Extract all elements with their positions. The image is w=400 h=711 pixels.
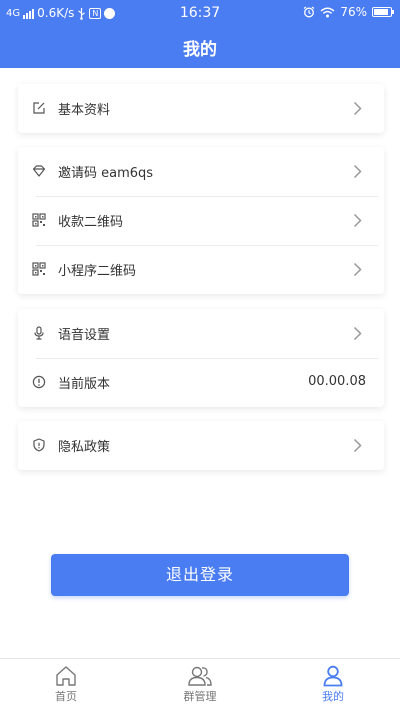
tab-home[interactable]: 首页 <box>26 665 106 704</box>
qrcode-icon <box>32 262 46 276</box>
user-icon <box>323 665 343 687</box>
edit-icon <box>33 102 45 114</box>
status-right: 76% <box>303 5 394 19</box>
group-icon <box>188 666 212 686</box>
menu-item-label: 基本资料 <box>58 103 111 118</box>
menu-item-profile[interactable]: 基本资料 <box>18 84 384 133</box>
chevron-right-icon <box>353 213 362 228</box>
menu-item-label: 隐私政策 <box>58 440 111 455</box>
microphone-icon <box>34 326 44 340</box>
menu-item-payment-qrcode[interactable]: 收款二维码 <box>18 196 384 245</box>
qrcode-icon <box>32 213 46 227</box>
menu-item-privacy-policy[interactable]: 隐私政策 <box>18 421 384 470</box>
codes-card: 邀请码 eam6qs 收款二维码 小程序二维码 <box>18 147 384 294</box>
bottom-tab-bar: 首页 群管理 我的 <box>0 658 400 711</box>
alarm-icon <box>303 6 315 18</box>
status-bar: 4G 0.6K/s N 16:37 76% <box>0 0 400 28</box>
menu-item-label: 语音设置 <box>58 328 111 343</box>
chevron-right-icon <box>353 326 362 341</box>
profile-card: 基本资料 <box>18 84 384 133</box>
info-icon <box>32 375 46 389</box>
home-icon <box>56 666 76 686</box>
logout-button[interactable]: 退出登录 <box>51 554 349 596</box>
wifi-icon <box>320 7 335 17</box>
privacy-card: 隐私政策 <box>18 421 384 470</box>
tab-label: 群管理 <box>183 690 217 703</box>
menu-item-version: 当前版本 00.00.08 <box>18 358 384 407</box>
menu-item-invite-code[interactable]: 邀请码 eam6qs <box>18 147 384 196</box>
shield-icon <box>33 438 45 452</box>
chevron-right-icon <box>353 101 362 116</box>
chevron-right-icon <box>353 262 362 277</box>
tab-label: 我的 <box>322 690 344 703</box>
menu-item-voice-settings[interactable]: 语音设置 <box>18 309 384 358</box>
battery-percent: 76% <box>340 5 367 19</box>
menu-item-label: 邀请码 eam6qs <box>58 166 154 181</box>
menu-item-label: 当前版本 <box>58 377 111 392</box>
version-value: 00.00.08 <box>308 374 366 389</box>
menu-item-miniprogram-qrcode[interactable]: 小程序二维码 <box>18 245 384 294</box>
page-title: 我的 <box>183 40 217 60</box>
menu-item-label: 收款二维码 <box>58 215 124 230</box>
menu-item-label: 小程序二维码 <box>58 264 137 279</box>
chevron-right-icon <box>353 438 362 453</box>
battery-icon <box>372 7 394 17</box>
tab-group-management[interactable]: 群管理 <box>160 665 240 704</box>
tab-label: 首页 <box>55 690 77 703</box>
chevron-right-icon <box>353 164 362 179</box>
app-header: 4G 0.6K/s N 16:37 76% 我的 <box>0 0 400 68</box>
settings-card: 语音设置 当前版本 00.00.08 <box>18 309 384 407</box>
tab-mine[interactable]: 我的 <box>293 665 373 704</box>
diamond-icon <box>32 165 46 177</box>
